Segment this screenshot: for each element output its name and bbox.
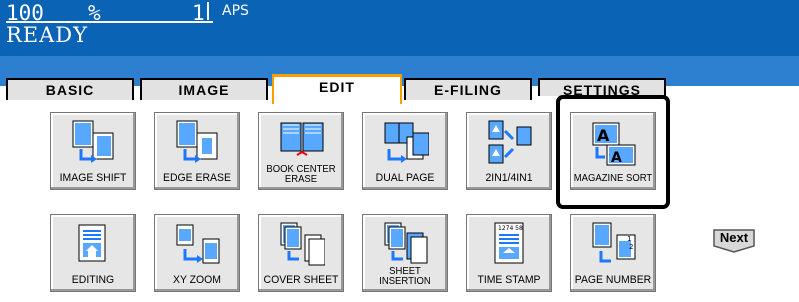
sheet-insertion-label-2: INSERTION (379, 276, 431, 287)
edit-panel: IMAGE SHIFT EDGE ERASE BOOK CENTER ERASE (0, 104, 799, 302)
dual-page-icon (384, 122, 429, 163)
svg-text:2: 2 (629, 243, 633, 251)
status-separator (207, 2, 209, 20)
cover-sheet-icon (280, 222, 325, 266)
time-stamp-icon: 1274 58 (494, 222, 524, 264)
tab-e-filing[interactable]: E-FILING (404, 78, 532, 100)
cover-sheet-label: COVER SHEET (263, 274, 339, 286)
status-bar: 100 % 1 APS READY (0, 0, 799, 56)
edge-erase-icon (176, 120, 218, 163)
book-center-erase-icon (280, 122, 324, 156)
editing-icon (78, 224, 106, 262)
tab-basic[interactable]: BASIC (6, 78, 134, 100)
sheet-insertion-button[interactable]: SHEET INSERTION (362, 214, 448, 292)
dual-page-button[interactable]: DUAL PAGE (362, 112, 448, 190)
edge-erase-button[interactable]: EDGE ERASE (154, 112, 240, 190)
image-shift-label: IMAGE SHIFT (59, 172, 127, 184)
xy-zoom-label: XY ZOOM (172, 274, 222, 286)
page-number-label: PAGE NUMBER (574, 274, 652, 286)
book-center-label-2: ERASE (284, 174, 318, 185)
tab-bar: BASIC IMAGE E-FILING SETTINGS EDIT (0, 74, 799, 106)
paper-size: APS (222, 3, 249, 19)
magazine-sort-highlight (556, 95, 670, 209)
xy-zoom-icon (176, 224, 220, 264)
cover-sheet-button[interactable]: COVER SHEET (258, 214, 344, 292)
2in1-4in1-icon (488, 120, 532, 164)
dual-page-label: DUAL PAGE (375, 172, 435, 184)
page-number-button[interactable]: 1 2 PAGE NUMBER (570, 214, 656, 292)
next-label: Next (719, 230, 749, 245)
image-shift-button[interactable]: IMAGE SHIFT (50, 112, 136, 190)
svg-text:1274 58: 1274 58 (498, 225, 523, 232)
page-number-icon: 1 2 (592, 222, 636, 263)
book-center-erase-button[interactable]: BOOK CENTER ERASE (258, 112, 344, 190)
tab-settings[interactable]: SETTINGS (538, 78, 666, 96)
time-stamp-label: TIME STAMP (477, 274, 541, 286)
2in1-4in1-label: 2IN1/4IN1 (485, 172, 533, 184)
xy-zoom-button[interactable]: XY ZOOM (154, 214, 240, 292)
machine-state: READY (6, 23, 89, 47)
sheet-insertion-icon (384, 222, 428, 264)
time-stamp-button[interactable]: 1274 58 TIME STAMP (466, 214, 552, 292)
svg-text:1: 1 (627, 235, 631, 243)
status-line: 100 % 1 (6, 2, 213, 24)
editing-label: EDITING (71, 274, 115, 286)
edge-erase-label: EDGE ERASE (163, 172, 231, 184)
image-shift-icon (72, 120, 114, 163)
2in1-4in1-button[interactable]: 2IN1/4IN1 (466, 112, 552, 190)
next-button[interactable]: Next (712, 228, 756, 254)
tab-image[interactable]: IMAGE (140, 78, 268, 100)
editing-button[interactable]: EDITING (50, 214, 136, 292)
tab-edit[interactable]: EDIT (272, 74, 402, 106)
